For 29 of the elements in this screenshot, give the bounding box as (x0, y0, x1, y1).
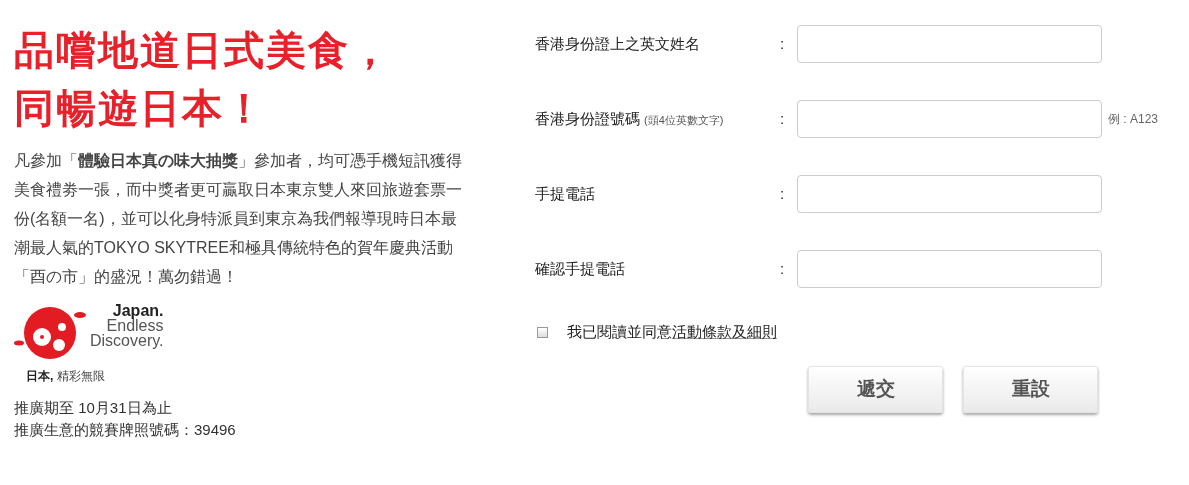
reset-button[interactable]: 重設 (963, 365, 1098, 413)
text-input-field[interactable] (797, 100, 1102, 138)
logo-text: Discovery. (90, 333, 164, 348)
submit-button[interactable]: 遞交 (808, 365, 943, 413)
text-input-field[interactable] (797, 175, 1102, 213)
field-label: 香港身份證號碼 (535, 108, 640, 129)
footer-text: 推廣期至 10月31日為止 (14, 398, 173, 418)
intro-paragraph: 凡參加「體驗日本真の味大抽獎」參加者，均可憑手機短訊獲得美食禮劵一張，而中獎者更可贏取日本東京雙人來回旅遊套票一份(名額一名)，並可以化身特派員到東京為我們報導現時日本最潮最人氣的TOKYO SKYTREE和極具傳統特色的賀年慶典活動「酉の市」的盛況！萬勿錯過！ (14, 151, 463, 287)
colon: : (780, 33, 786, 54)
headline: 品嚐地道日式美食， (14, 28, 393, 72)
text-input-field[interactable] (797, 250, 1102, 288)
field-label: 手提電話 (535, 183, 595, 204)
field-label: 確認手提電話 (535, 258, 625, 279)
footer-text: 推廣生意的競賽牌照號碼：39496 (14, 420, 237, 440)
text-input-field[interactable] (797, 25, 1102, 63)
logo-tagline: 日本, (26, 369, 54, 383)
terms-link[interactable]: 活動條款及細則 (672, 321, 777, 344)
agree-label: 我已閱讀並同意 (567, 322, 672, 342)
headline: 同暢遊日本！ (14, 86, 267, 130)
logo-text: Japan. (112, 303, 164, 318)
logo-text: Endless (106, 318, 164, 333)
example-text: 例 : A123 (1108, 111, 1159, 128)
field-label: 香港身份證上之英文姓名 (535, 33, 700, 54)
colon: : (780, 183, 786, 204)
colon: : (780, 108, 786, 129)
logo-tagline-text: 精彩無限 (56, 369, 105, 383)
field-hint: (頭4位英數文字) (644, 112, 724, 128)
agree-checkbox[interactable] (537, 326, 548, 338)
colon: : (780, 258, 786, 279)
